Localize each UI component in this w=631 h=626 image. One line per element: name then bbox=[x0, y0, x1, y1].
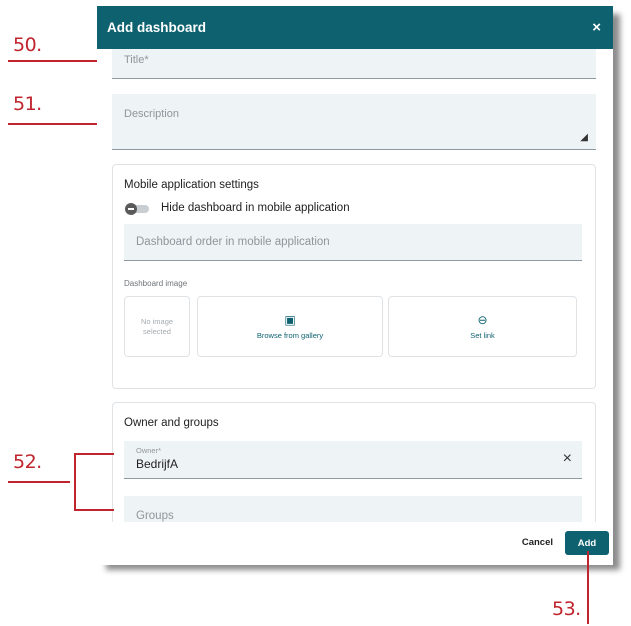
add-dashboard-dialog: Add dashboard × Title* Description ◢ Mob… bbox=[97, 6, 613, 565]
callout-52-bracket-top bbox=[74, 453, 114, 455]
description-field-label: Description bbox=[124, 108, 180, 120]
owner-groups-panel: Owner and groups Owner* BedrijfA × Group… bbox=[112, 402, 596, 522]
image-preview: No image selected bbox=[124, 296, 190, 357]
callout-52: 52. bbox=[13, 451, 42, 473]
browse-gallery-button[interactable]: ▣ Browse from gallery bbox=[197, 296, 383, 357]
set-link-button[interactable]: ⊖ Set link bbox=[388, 296, 577, 357]
dialog-footer: Cancel Add bbox=[97, 522, 613, 565]
hide-mobile-toggle-label: Hide dashboard in mobile application bbox=[161, 202, 350, 214]
callout-53: 53. bbox=[552, 598, 581, 620]
mobile-order-field[interactable]: Dashboard order in mobile application bbox=[124, 224, 582, 261]
image-gallery-icon: ▣ bbox=[284, 312, 296, 327]
toggle-thumb bbox=[125, 203, 137, 215]
description-field[interactable]: Description ◢ bbox=[112, 94, 596, 150]
close-icon[interactable]: × bbox=[592, 19, 601, 36]
dialog-title: Add dashboard bbox=[107, 20, 207, 35]
groups-placeholder: Groups bbox=[136, 510, 174, 522]
mobile-order-placeholder: Dashboard order in mobile application bbox=[136, 236, 330, 248]
resize-handle-icon[interactable]: ◢ bbox=[580, 132, 588, 143]
groups-field[interactable]: Groups bbox=[124, 496, 582, 522]
mobile-settings-heading: Mobile application settings bbox=[124, 179, 259, 191]
set-link-label: Set link bbox=[470, 330, 495, 340]
dialog-body[interactable]: Title* Description ◢ Mobile application … bbox=[97, 49, 613, 522]
callout-51: 51. bbox=[13, 93, 42, 115]
callout-52-bracket-bottom bbox=[74, 509, 114, 511]
callout-53-line bbox=[587, 551, 589, 624]
callout-52-bracket-vertical bbox=[74, 453, 76, 511]
dialog-header: Add dashboard × bbox=[97, 6, 613, 49]
owner-field-value: BedrijfA bbox=[136, 457, 179, 471]
mobile-settings-panel: Mobile application settings Hide dashboa… bbox=[112, 164, 596, 389]
link-icon: ⊖ bbox=[477, 312, 488, 327]
callout-52-line bbox=[8, 481, 70, 483]
callout-50: 50. bbox=[13, 34, 42, 56]
owner-groups-heading: Owner and groups bbox=[124, 417, 219, 429]
owner-field[interactable]: Owner* BedrijfA × bbox=[124, 441, 582, 479]
browse-gallery-label: Browse from gallery bbox=[256, 330, 324, 340]
no-image-text: No image selected bbox=[140, 316, 174, 336]
title-field[interactable]: Title* bbox=[112, 49, 596, 79]
owner-field-label: Owner* bbox=[136, 446, 162, 455]
cancel-button[interactable]: Cancel bbox=[522, 537, 553, 548]
clear-owner-icon[interactable]: × bbox=[563, 450, 572, 468]
hide-mobile-toggle[interactable] bbox=[125, 203, 149, 215]
dashboard-image-label: Dashboard image bbox=[124, 279, 188, 288]
title-field-label: Title* bbox=[124, 54, 149, 66]
